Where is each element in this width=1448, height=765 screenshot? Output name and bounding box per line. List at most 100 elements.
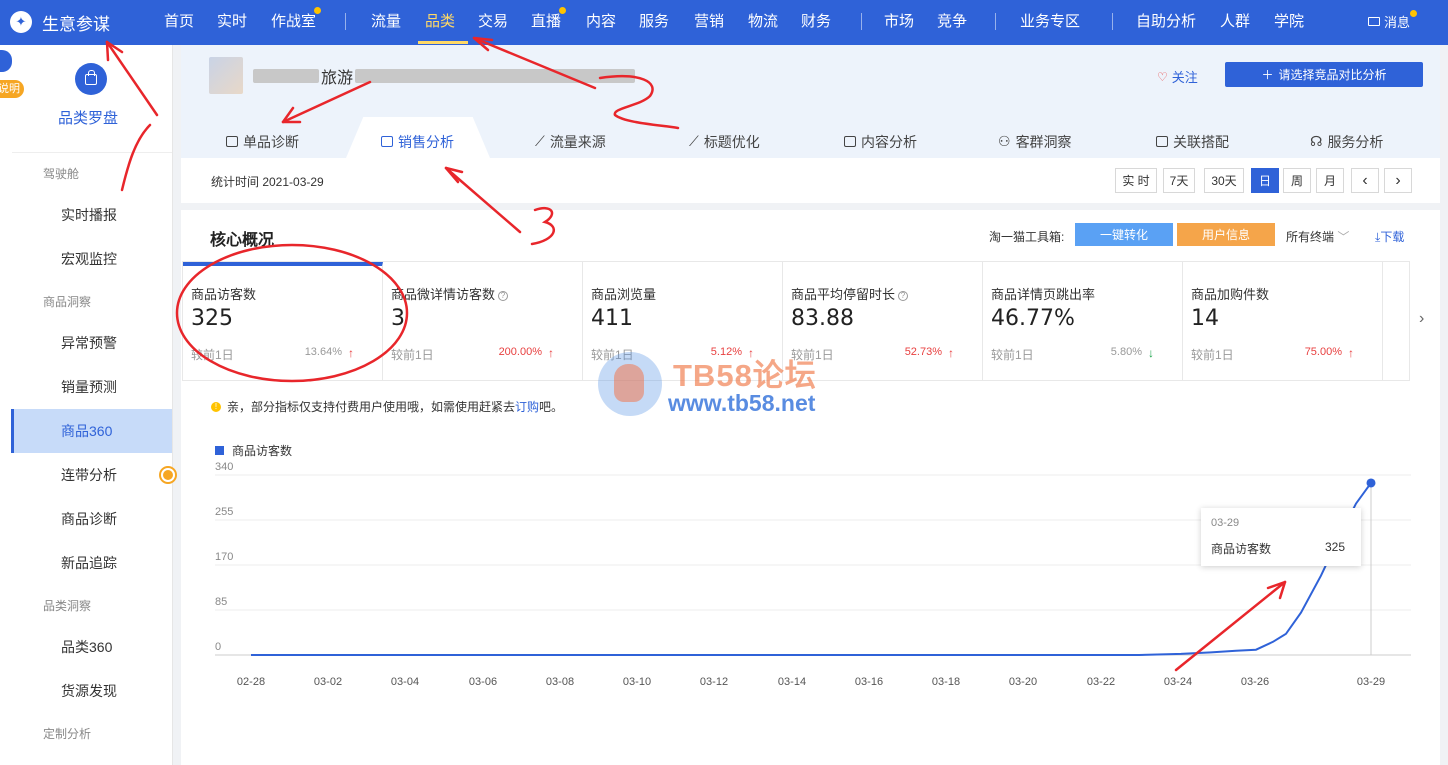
subscribe-link[interactable]: 订购 <box>515 400 539 414</box>
message-button[interactable]: 消息 <box>1368 10 1421 31</box>
sidebar-item-newtrack[interactable]: 新品追踪 <box>11 541 172 585</box>
metric-card[interactable]: 商品详情页跳出率 46.77% 较前1日 5.80% ↓ <box>983 262 1183 380</box>
x-tick-label: 03-04 <box>391 676 419 688</box>
tab-audience[interactable]: ⚇ 客群洞察 <box>998 125 1072 158</box>
tab-traffic[interactable]: ⟋ 流量来源 <box>535 125 606 158</box>
download-link[interactable]: ⤓下载 <box>1375 228 1404 245</box>
nav-item[interactable]: 作战室 <box>271 10 316 31</box>
nav-item[interactable]: 首页 <box>164 10 194 31</box>
nav-item[interactable]: 物流 <box>748 10 778 31</box>
product-title-visible: 旅游 <box>321 70 354 87</box>
metric-label: 商品详情页跳出率 <box>991 284 1095 303</box>
nav-item[interactable]: 实时 <box>217 10 247 31</box>
explain-tag[interactable]: 说明 <box>0 80 24 98</box>
x-tick-label: 03-02 <box>314 676 342 688</box>
metric-label: 商品浏览量 <box>591 284 656 303</box>
x-tick-label: 03-08 <box>546 676 574 688</box>
terminal-select[interactable]: 所有终端 ﹀ <box>1286 228 1349 245</box>
tab-service[interactable]: ☊ 服务分析 <box>1310 125 1383 158</box>
data-point[interactable] <box>1366 478 1376 488</box>
nav-item[interactable]: 品类 <box>425 10 455 31</box>
nav-item[interactable]: 自助分析 <box>1136 10 1196 31</box>
range-realtime-button[interactable]: 实 时 <box>1115 168 1157 193</box>
range-week-button[interactable]: 周 <box>1283 168 1311 193</box>
metric-label-text: 商品加购件数 <box>1191 287 1270 302</box>
metric-card[interactable]: 商品加购件数 14 较前1日 75.00% ↑ <box>1183 262 1383 380</box>
range-month-button[interactable]: 月 <box>1316 168 1344 193</box>
nav-item[interactable]: 学院 <box>1274 10 1304 31</box>
y-tick-label: 255 <box>215 506 233 518</box>
y-tick-label: 340 <box>215 461 233 473</box>
core-overview-panel: 核心概况 淘一猫工具箱: 一键转化 用户信息 所有终端 ﹀ ⤓下载 商品访客数 3… <box>181 210 1440 765</box>
x-tick-label: 03-16 <box>855 676 883 688</box>
nav-item[interactable]: 营销 <box>694 10 724 31</box>
tab-label: 关联搭配 <box>1173 133 1229 150</box>
x-tick-label: 03-18 <box>932 676 960 688</box>
visitor-line-chart[interactable]: 0 85 170 255 340 02-28 03-02 03-04 03-06 03-08 03-… <box>181 460 1440 750</box>
sidebar-item-forecast[interactable]: 销量预测 <box>11 365 172 409</box>
sidebar-title: 品类罗盘 <box>58 110 119 127</box>
y-tick-label: 0 <box>215 641 221 653</box>
sidebar-item-diagnosis[interactable]: 商品诊断 <box>11 497 172 541</box>
nav-item[interactable]: 直播 <box>531 10 561 31</box>
tab-diagnosis[interactable]: 单品诊断 <box>226 125 299 158</box>
metric-compare-label: 较前1日 <box>1191 348 1234 362</box>
nav-item[interactable]: 人群 <box>1220 10 1250 31</box>
sidebar-item-sourcing[interactable]: 货源发现 <box>11 669 172 713</box>
watermark-url: www.tb58.net <box>668 390 816 416</box>
brand[interactable]: ✦ 生意参谋 <box>10 8 110 36</box>
tab-sales[interactable]: 销售分析 <box>381 125 454 158</box>
nav-divider <box>1112 13 1113 30</box>
tab-related[interactable]: 关联搭配 <box>1156 125 1229 158</box>
metric-value: 14 <box>1191 306 1219 331</box>
x-tick-label: 03-12 <box>700 676 728 688</box>
user-info-button[interactable]: 用户信息 <box>1177 223 1275 246</box>
metric-value: 411 <box>591 306 633 331</box>
sidebar-item-linked[interactable]: 连带分析 <box>11 453 177 497</box>
nav-item[interactable]: 业务专区 <box>1020 10 1080 31</box>
prev-date-button[interactable]: ‹ <box>1351 168 1379 193</box>
metric-compare-label: 较前1日 <box>991 348 1034 362</box>
nav-item[interactable]: 交易 <box>478 10 508 31</box>
x-tick-label: 02-28 <box>237 676 265 688</box>
nav-item[interactable]: 财务 <box>801 10 831 31</box>
sidebar-item-realtime[interactable]: 实时播报 <box>11 193 172 237</box>
message-label: 消息 <box>1384 15 1411 30</box>
compare-competitor-button[interactable]: ＋ 请选择竞品对比分析 <box>1225 62 1423 87</box>
chart-legend[interactable]: 商品访客数 <box>215 442 292 459</box>
tab-title[interactable]: ⟋ 标题优化 <box>689 125 760 158</box>
range-day-button[interactable]: 日 <box>1251 168 1279 193</box>
range-7d-button[interactable]: 7天 <box>1163 168 1195 193</box>
convert-button[interactable]: 一键转化 <box>1075 223 1173 246</box>
sidebar-item-macro[interactable]: 宏观监控 <box>11 237 172 281</box>
help-icon[interactable]: ? <box>898 291 909 301</box>
sidebar-item-alert[interactable]: 异常预警 <box>11 321 172 365</box>
chevron-right-icon[interactable]: › <box>1419 310 1424 328</box>
x-tick-label: 03-24 <box>1164 676 1192 688</box>
nav-item[interactable]: 市场 <box>884 10 914 31</box>
sidebar-item-category360[interactable]: 品类360 <box>11 625 172 669</box>
redacted-text <box>253 69 319 83</box>
sidebar-item-product360[interactable]: 商品360 <box>11 409 172 453</box>
tab-content[interactable]: 内容分析 <box>844 125 917 158</box>
headset-icon: ☊ <box>1310 133 1323 149</box>
nav-item[interactable]: 竞争 <box>937 10 967 31</box>
follow-button[interactable]: ♡ 关注 <box>1157 67 1198 86</box>
section-custom: 定制分析 <box>43 727 92 741</box>
section-cockpit: 驾驶舱 <box>43 167 80 181</box>
metric-card[interactable]: 商品访客数 325 较前1日 13.64% ↑ <box>183 262 383 380</box>
x-tick-label: 03-14 <box>778 676 806 688</box>
nav-item[interactable]: 服务 <box>639 10 669 31</box>
metric-label: 商品微详情访客数? <box>391 284 509 303</box>
help-icon[interactable]: ? <box>498 291 509 301</box>
y-tick-label: 85 <box>215 596 227 608</box>
range-30d-button[interactable]: 30天 <box>1204 168 1244 193</box>
brand-label: 生意参谋 <box>42 14 110 34</box>
nav-item[interactable]: 流量 <box>371 10 401 31</box>
nav-item[interactable]: 内容 <box>586 10 616 31</box>
redacted-text <box>355 69 636 83</box>
floating-help-tab[interactable] <box>0 50 12 72</box>
next-date-button[interactable]: › <box>1384 168 1412 193</box>
product-thumbnail[interactable] <box>209 57 243 94</box>
metric-card[interactable]: 商品微详情访客数? 3 较前1日 200.00% ↑ <box>383 262 583 380</box>
